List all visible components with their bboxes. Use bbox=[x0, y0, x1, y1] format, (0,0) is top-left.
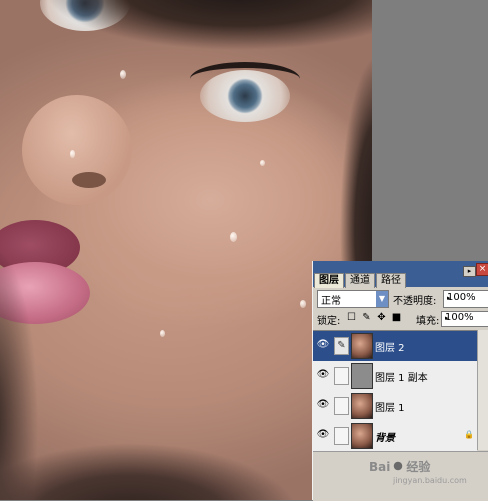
layer-name: 图层 1 副本 bbox=[375, 373, 428, 384]
opacity-field[interactable]: 100% ▸ bbox=[443, 290, 488, 308]
close-icon[interactable]: × bbox=[476, 263, 488, 276]
layer-name: 图层 2 bbox=[375, 343, 405, 354]
watermark-url: jingyan.baidu.com bbox=[393, 476, 467, 485]
layer-row[interactable]: 👁 图层 1 副本 bbox=[313, 361, 477, 392]
fill-label: 填充: bbox=[416, 316, 440, 327]
water-drop bbox=[160, 330, 165, 337]
layer-list: 👁 ✎ 图层 2 👁 图层 1 副本 👁 图层 1 👁 背景 🔒 bbox=[313, 330, 477, 452]
eye-icon[interactable]: 👁 bbox=[315, 397, 331, 413]
layer-row[interactable]: 👁 图层 1 bbox=[313, 391, 477, 422]
panel-footer: Bai 经验 jingyan.baidu.com bbox=[313, 451, 488, 501]
brush-icon[interactable]: ✎ bbox=[360, 311, 373, 324]
blend-mode-value: 正常 bbox=[321, 296, 341, 307]
layer-row[interactable]: 👁 背景 🔒 bbox=[313, 421, 477, 452]
water-drop bbox=[70, 150, 75, 158]
watermark-brand: Bai bbox=[369, 460, 391, 474]
panel-tabs: 图层 通道 路径 bbox=[314, 273, 407, 288]
layers-panel: 图层 通道 路径 ▸ × 正常 ▼ 不透明度: 100% ▸ 锁定: ☐ ✎ ✥… bbox=[312, 261, 488, 501]
panel-title-bar: 图层 通道 路径 ▸ × bbox=[313, 261, 488, 288]
layer-thumbnail bbox=[351, 393, 373, 419]
lock-icon[interactable]: ■ bbox=[390, 311, 403, 324]
water-drop bbox=[120, 70, 126, 79]
water-drop bbox=[260, 160, 265, 166]
tab-paths[interactable]: 路径 bbox=[376, 273, 406, 288]
scrollbar[interactable] bbox=[477, 330, 488, 450]
layer-name: 图层 1 bbox=[375, 403, 405, 414]
lock-row: 锁定: ☐ ✎ ✥ ■ 填充: 100% ▸ bbox=[317, 311, 488, 327]
move-icon[interactable]: ✥ bbox=[375, 311, 388, 324]
eye-icon[interactable]: 👁 bbox=[315, 337, 331, 353]
fill-arrow-icon[interactable]: ▸ bbox=[445, 314, 487, 322]
eye-icon[interactable]: 👁 bbox=[315, 367, 331, 383]
panel-menu-icon[interactable]: ▸ bbox=[463, 266, 476, 277]
lock-label: 锁定: bbox=[317, 316, 341, 327]
water-drop bbox=[230, 232, 237, 242]
blend-row: 正常 ▼ 不透明度: 100% ▸ bbox=[317, 290, 488, 308]
dropdown-arrow-icon[interactable]: ▼ bbox=[376, 291, 388, 307]
brush-icon[interactable]: ✎ bbox=[334, 337, 349, 355]
link-box[interactable] bbox=[334, 397, 349, 415]
tab-layers[interactable]: 图层 bbox=[314, 273, 344, 288]
water-drop bbox=[300, 300, 306, 308]
blend-mode-select[interactable]: 正常 ▼ bbox=[317, 290, 389, 308]
opacity-label: 不透明度: bbox=[393, 296, 437, 307]
layer-thumbnail bbox=[351, 423, 373, 449]
fill-field[interactable]: 100% ▸ bbox=[441, 311, 488, 327]
link-box[interactable] bbox=[334, 367, 349, 385]
watermark-logo: Bai 经验 bbox=[369, 458, 430, 475]
layer-row[interactable]: 👁 ✎ 图层 2 bbox=[313, 331, 477, 362]
opacity-arrow-icon[interactable]: ▸ bbox=[447, 294, 487, 302]
watermark-brand2: 经验 bbox=[406, 460, 431, 474]
layer-thumbnail bbox=[351, 333, 373, 359]
layer-name: 背景 bbox=[375, 433, 395, 444]
eye-icon[interactable]: 👁 bbox=[315, 427, 331, 443]
lock-transparent-icon[interactable]: ☐ bbox=[345, 311, 358, 324]
lock-icon: 🔒 bbox=[464, 430, 474, 439]
layer-thumbnail bbox=[351, 363, 373, 389]
paw-icon bbox=[391, 459, 406, 473]
tab-channels[interactable]: 通道 bbox=[345, 273, 375, 288]
link-box[interactable] bbox=[334, 427, 349, 445]
